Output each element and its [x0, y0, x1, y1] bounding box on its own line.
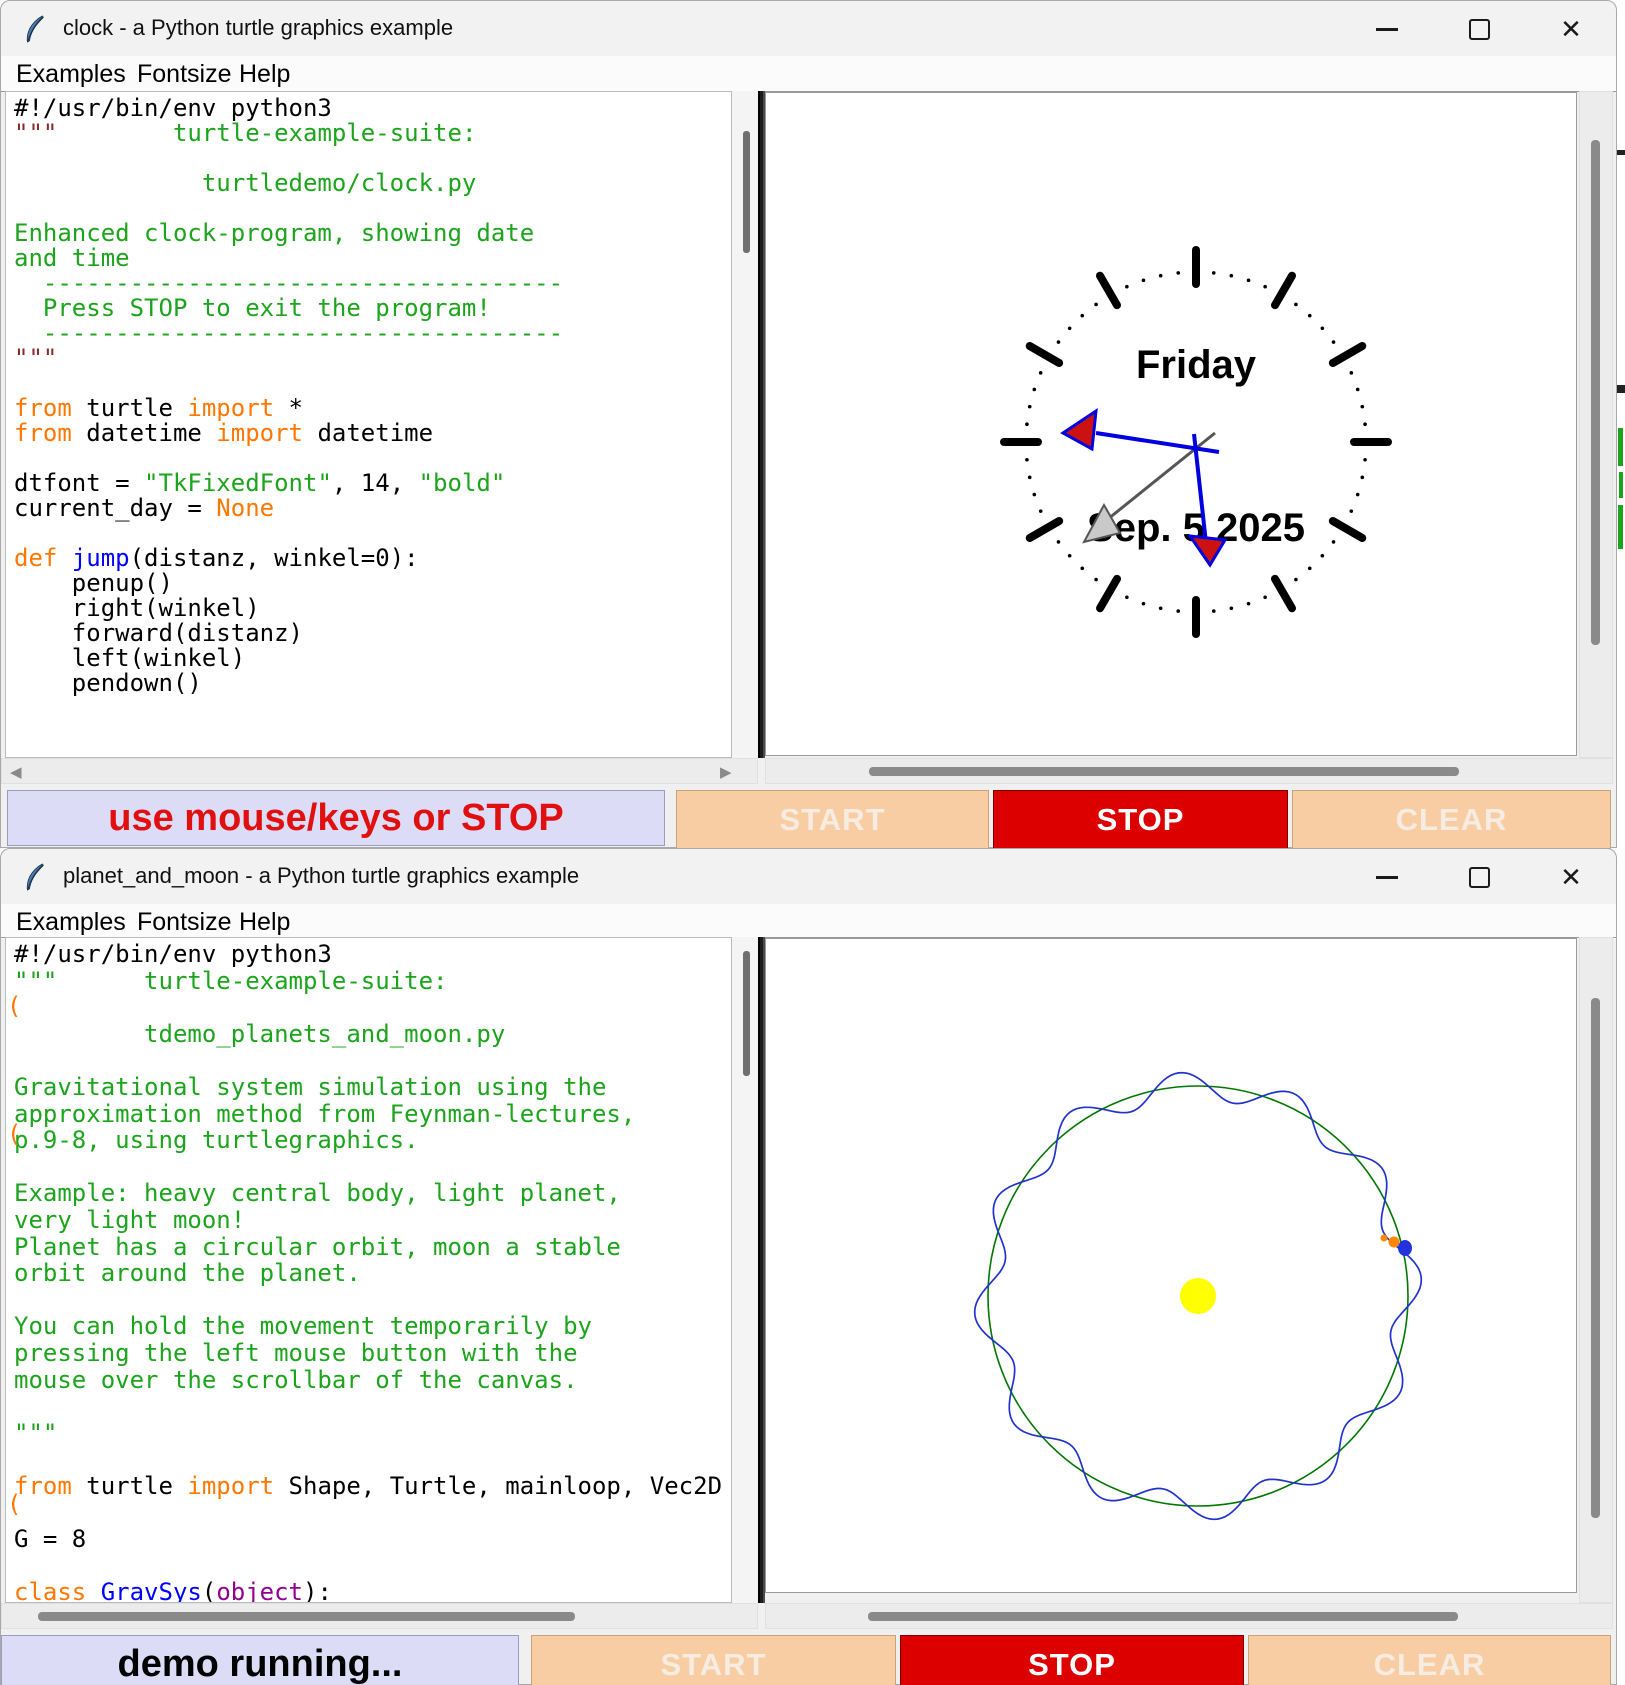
planet-simulation-drawing — [766, 939, 1576, 1592]
status-row: demo running... START STOP CLEAR — [1, 1633, 1616, 1685]
menu-help[interactable]: Help — [239, 60, 290, 89]
menu-fontsize[interactable]: Fontsize — [137, 908, 231, 937]
maximize-button[interactable] — [1449, 857, 1509, 897]
hour-hand-arrowhead — [1190, 536, 1225, 565]
window-title: planet_and_moon - a Python turtle graphi… — [63, 863, 579, 889]
start-button[interactable]: START — [531, 1635, 896, 1685]
moon-trail-dot — [1381, 1235, 1388, 1242]
background-window-mark — [1617, 385, 1625, 393]
background-window-green-text — [1619, 472, 1623, 498]
canvas-vertical-scrollbar[interactable] — [1579, 937, 1613, 1603]
clear-label: CLEAR — [1396, 802, 1508, 838]
pane-sash[interactable] — [758, 937, 765, 1603]
start-button[interactable]: START — [676, 790, 989, 849]
background-window-sliver — [1617, 0, 1625, 848]
stray-paren: ( — [7, 1120, 21, 1148]
start-label: START — [779, 802, 885, 838]
stop-label: STOP — [1028, 1647, 1116, 1683]
status-row: use mouse/keys or STOP START STOP CLEAR — [1, 787, 1616, 849]
clock-window: clock - a Python turtle graphics example… — [0, 0, 1617, 848]
minimize-button[interactable] — [1357, 9, 1417, 49]
scrollbar-thumb[interactable] — [743, 951, 750, 1076]
maximize-button[interactable] — [1449, 9, 1509, 49]
clock-drawing: Friday Sep. 5 2025 — [766, 93, 1576, 755]
stray-paren: ( — [7, 1490, 21, 1518]
maximize-icon — [1469, 19, 1490, 40]
code-horizontal-scrollbar[interactable]: ◀ ▶ — [1, 758, 758, 784]
planet-turtle — [1398, 1240, 1412, 1256]
code-editor[interactable]: #!/usr/bin/env python3""" turtle-example… — [5, 91, 732, 758]
menubar: Examples Fontsize Help — [1, 56, 1616, 91]
stop-label: STOP — [1097, 802, 1185, 838]
code-text: #!/usr/bin/env python3""" turtle-example… — [14, 94, 563, 694]
scrollbar-thumb[interactable] — [869, 767, 1459, 776]
close-icon: ✕ — [1560, 864, 1582, 890]
python-feather-icon — [23, 15, 49, 43]
close-icon: ✕ — [1560, 16, 1582, 42]
stray-paren: ( — [7, 992, 21, 1020]
background-window-green-text — [1618, 505, 1623, 549]
minimize-icon — [1376, 28, 1398, 31]
clear-button[interactable]: CLEAR — [1292, 790, 1611, 849]
scrollbar-thumb[interactable] — [868, 1612, 1458, 1621]
scroll-left-icon[interactable]: ◀ — [10, 763, 22, 781]
titlebar[interactable]: clock - a Python turtle graphics example… — [1, 1, 1616, 56]
status-text: demo running... — [118, 1643, 403, 1685]
code-text: #!/usr/bin/env python3""" turtle-example… — [14, 940, 732, 1603]
clear-button[interactable]: CLEAR — [1248, 1635, 1611, 1685]
scroll-right-icon[interactable]: ▶ — [720, 763, 732, 781]
status-text: use mouse/keys or STOP — [108, 797, 564, 840]
maximize-icon — [1469, 867, 1490, 888]
planet-and-moon-window: planet_and_moon - a Python turtle graphi… — [0, 848, 1617, 1685]
canvas-vertical-scrollbar[interactable] — [1579, 91, 1613, 758]
turtle-canvas[interactable]: Friday Sep. 5 2025 — [765, 92, 1577, 756]
start-label: START — [660, 1647, 766, 1683]
desktop: clock - a Python turtle graphics example… — [0, 0, 1625, 1685]
scrollbar-thumb[interactable] — [1591, 998, 1600, 1518]
clear-label: CLEAR — [1374, 1647, 1486, 1683]
minimize-icon — [1376, 876, 1398, 879]
minute-hand-arrowhead — [1063, 411, 1096, 449]
stop-button[interactable]: STOP — [993, 790, 1288, 849]
code-vertical-scrollbar[interactable] — [732, 937, 758, 1603]
pane-sash[interactable] — [758, 91, 765, 758]
moon-turtle — [1389, 1237, 1400, 1248]
status-message: use mouse/keys or STOP — [7, 790, 665, 846]
turtle-canvas[interactable] — [765, 938, 1577, 1593]
menu-examples[interactable]: Examples — [16, 908, 126, 937]
window-title: clock - a Python turtle graphics example — [63, 15, 453, 41]
minute-hand — [1096, 433, 1219, 452]
close-button[interactable]: ✕ — [1541, 9, 1601, 49]
minimize-button[interactable] — [1357, 857, 1417, 897]
code-vertical-scrollbar[interactable] — [732, 91, 758, 758]
menu-help[interactable]: Help — [239, 908, 290, 937]
canvas-horizontal-scrollbar[interactable] — [765, 1603, 1613, 1629]
python-feather-icon — [23, 863, 49, 891]
status-message: demo running... — [1, 1635, 519, 1685]
titlebar[interactable]: planet_and_moon - a Python turtle graphi… — [1, 849, 1616, 904]
background-window-mark — [1617, 150, 1625, 155]
scrollbar-thumb[interactable] — [38, 1612, 575, 1621]
menu-examples[interactable]: Examples — [16, 60, 126, 89]
canvas-horizontal-scrollbar[interactable] — [765, 758, 1613, 784]
scrollbar-thumb[interactable] — [743, 131, 750, 253]
code-editor[interactable]: #!/usr/bin/env python3""" turtle-example… — [5, 937, 732, 1603]
close-button[interactable]: ✕ — [1541, 857, 1601, 897]
clock-day-label: Friday — [1136, 343, 1257, 387]
code-horizontal-scrollbar[interactable] — [1, 1603, 758, 1629]
stop-button[interactable]: STOP — [900, 1635, 1244, 1685]
menu-fontsize[interactable]: Fontsize — [137, 60, 231, 89]
sun — [1180, 1278, 1216, 1314]
scrollbar-thumb[interactable] — [1591, 140, 1600, 645]
background-window-green-text — [1618, 428, 1623, 466]
menubar: Examples Fontsize Help — [1, 904, 1616, 939]
